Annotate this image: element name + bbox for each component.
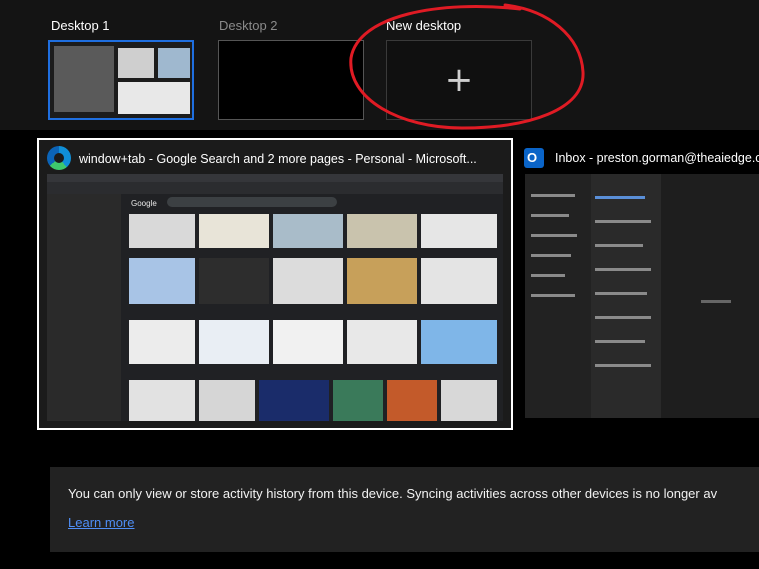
folder-item (531, 254, 571, 257)
address-bar (47, 182, 503, 194)
window-title: window+tab - Google Search and 2 more pa… (79, 152, 477, 166)
message-item (595, 364, 651, 367)
image-tile (259, 380, 329, 421)
image-tile (347, 258, 417, 304)
browser-preview: Google (47, 174, 503, 421)
folder-item (531, 234, 577, 237)
image-tile (273, 258, 343, 304)
image-tile (347, 214, 417, 248)
red-circle-annotation (349, 3, 585, 130)
image-tile (347, 320, 417, 364)
image-tile (421, 320, 497, 364)
message-item (595, 244, 643, 247)
learn-more-link[interactable]: Learn more (68, 515, 134, 530)
message-item (595, 340, 645, 343)
image-tile (421, 214, 497, 248)
reading-placeholder (701, 300, 731, 303)
folder-pane (525, 174, 591, 418)
folder-item (531, 294, 575, 297)
task-view-window-outlook[interactable]: O Inbox - preston.gorman@theaiedge.co (521, 140, 759, 430)
image-tile (441, 380, 497, 421)
task-view-window-edge[interactable]: window+tab - Google Search and 2 more pa… (37, 138, 513, 430)
image-tile (421, 258, 497, 304)
message-item (595, 196, 645, 199)
image-tile (273, 320, 343, 364)
image-tile (199, 258, 269, 304)
browser-sidebar (47, 194, 121, 421)
outlook-icon: O (524, 148, 544, 168)
image-tile (129, 258, 195, 304)
folder-item (531, 274, 565, 277)
message-item (595, 268, 651, 271)
search-box (167, 197, 337, 207)
virtual-desktop-strip: Desktop 1 Desktop 2 New desktop + (0, 0, 759, 130)
window-title: Inbox - preston.gorman@theaiedge.co (555, 151, 759, 165)
image-tile (129, 380, 195, 421)
image-tile (129, 214, 195, 248)
image-tile (333, 380, 383, 421)
outlook-preview (525, 174, 759, 418)
folder-item (531, 214, 569, 217)
message-item (595, 292, 647, 295)
image-tile (199, 380, 255, 421)
image-tile (273, 214, 343, 248)
google-logo: Google (131, 199, 157, 208)
image-tile (129, 320, 195, 364)
message-item (595, 316, 651, 319)
folder-item (531, 194, 575, 197)
activity-history-notice: You can only view or store activity hist… (50, 467, 759, 552)
message-item (595, 220, 651, 223)
tab-bar (47, 174, 503, 182)
image-tile (199, 214, 269, 248)
message-list (591, 174, 661, 418)
reading-pane (661, 174, 759, 418)
edge-icon (47, 146, 71, 170)
notice-text: You can only view or store activity hist… (68, 486, 718, 501)
image-tile (387, 380, 437, 421)
image-tile (199, 320, 269, 364)
